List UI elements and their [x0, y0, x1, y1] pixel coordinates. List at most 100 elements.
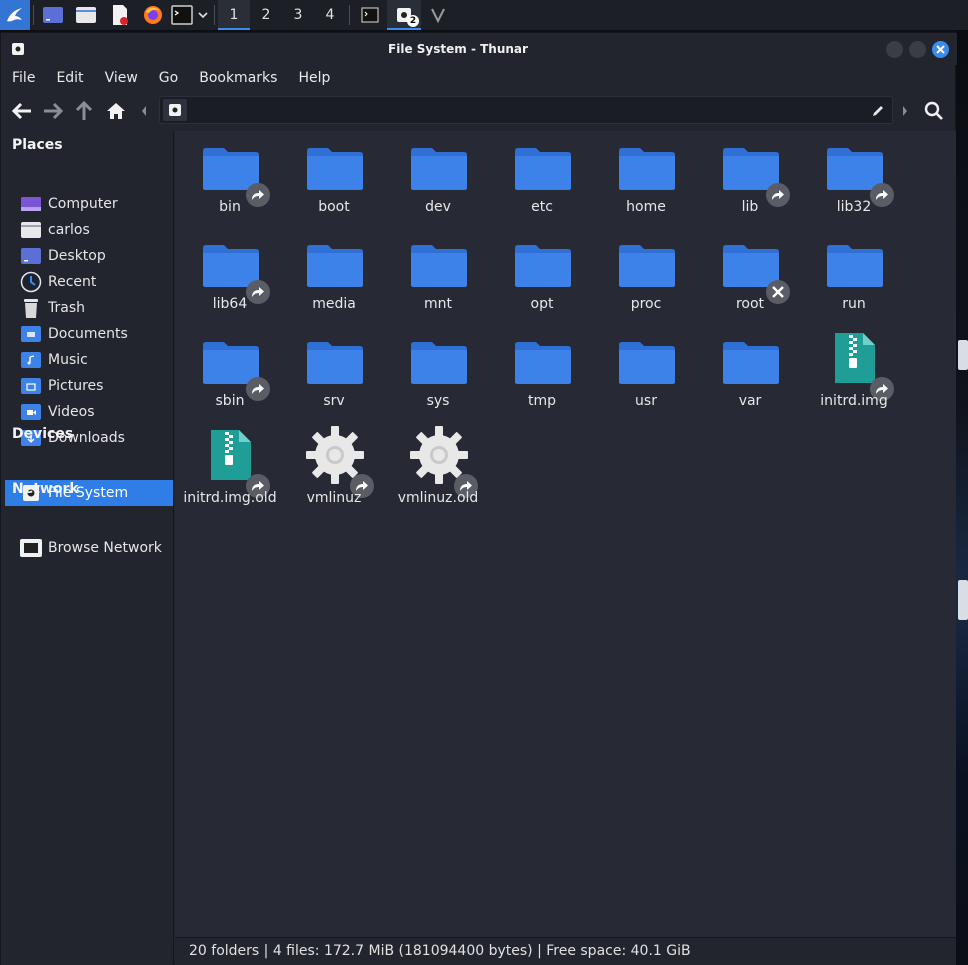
sidebar-item-carlos[interactable]: carlos	[5, 217, 173, 243]
folder-icon	[618, 240, 676, 292]
maximize-button[interactable]	[909, 41, 926, 58]
path-scroll-left-button[interactable]	[133, 98, 155, 124]
sidebar-item-trash[interactable]: Trash	[5, 295, 173, 321]
file-name-label: opt	[530, 296, 554, 312]
folder-item[interactable]: lib	[698, 135, 802, 229]
menu-help[interactable]: Help	[287, 65, 340, 91]
folder-item[interactable]: home	[594, 135, 698, 229]
file-name-label: run	[842, 296, 866, 312]
back-button[interactable]	[9, 98, 35, 124]
workspace-3-button[interactable]: 3	[282, 0, 314, 30]
minimize-button[interactable]	[886, 41, 903, 58]
workspace-1-button[interactable]: 1	[218, 0, 250, 30]
folder-icon	[306, 240, 364, 292]
menu-bookmarks[interactable]: Bookmarks	[188, 65, 287, 91]
taskbar-vim-window[interactable]	[421, 0, 455, 30]
folder-icon	[306, 143, 364, 195]
home-button[interactable]	[103, 98, 129, 124]
arrow-left-icon	[11, 102, 31, 120]
executable-gear-icon	[306, 426, 374, 498]
sidebar-item-music[interactable]: Music	[5, 347, 173, 373]
file-name-label: bin	[219, 199, 241, 215]
file-icon-view[interactable]: bin boot dev etc home lib lib32 lib64 media mnt op…	[175, 131, 956, 937]
file-item[interactable]: vmlinuz	[282, 426, 386, 520]
menu-edit[interactable]: Edit	[45, 65, 93, 91]
edit-location-button[interactable]	[868, 101, 888, 121]
folder-icon	[202, 337, 270, 401]
file-manager-launcher[interactable]	[69, 0, 103, 30]
sidebar-item-desktop[interactable]: Desktop	[5, 243, 173, 269]
folder-item[interactable]: dev	[386, 135, 490, 229]
sidebar-item-browse-network[interactable]: Browse Network	[5, 535, 173, 561]
folder-icon	[76, 7, 96, 23]
kali-menu-button[interactable]	[0, 0, 30, 30]
sidebar-item-computer[interactable]: Computer	[5, 191, 173, 217]
taskbar-thunar-window[interactable]: 2	[387, 0, 421, 30]
menu-file[interactable]: File	[1, 65, 45, 91]
workspace-2-button[interactable]: 2	[250, 0, 282, 30]
folder-item[interactable]: media	[282, 232, 386, 326]
sidebar-item-documents[interactable]: Documents	[5, 321, 173, 347]
folder-item[interactable]: sys	[386, 329, 490, 423]
workspace-label: 1	[229, 7, 239, 23]
menu-go[interactable]: Go	[148, 65, 188, 91]
workspace-label: 4	[325, 7, 335, 23]
folder-item[interactable]: opt	[490, 232, 594, 326]
folder-item[interactable]: mnt	[386, 232, 490, 326]
close-button[interactable]	[932, 41, 949, 58]
sidebar-item-recent[interactable]: Recent	[5, 269, 173, 295]
sidebar-item-videos[interactable]: Videos	[5, 399, 173, 425]
location-toolbar	[1, 93, 957, 129]
terminal-launcher[interactable]	[169, 0, 195, 30]
workspace-label: 2	[261, 7, 271, 23]
vim-icon	[431, 8, 445, 24]
firefox-launcher[interactable]	[137, 0, 169, 30]
folder-item[interactable]: proc	[594, 232, 698, 326]
file-item[interactable]: vmlinuz.old	[386, 426, 490, 520]
file-name-label: usr	[635, 393, 657, 409]
folder-item[interactable]: lib32	[802, 135, 906, 229]
window-titlebar[interactable]: File System - Thunar	[1, 33, 957, 65]
folder-item[interactable]: tmp	[490, 329, 594, 423]
close-icon	[936, 45, 945, 54]
computer-icon	[19, 192, 43, 216]
chevron-down-icon	[198, 12, 208, 19]
folder-item[interactable]: boot	[282, 135, 386, 229]
launcher-dropdown-button[interactable]	[195, 0, 211, 30]
sidebar-item-label: Computer	[48, 196, 118, 212]
file-item[interactable]: initrd.img.old	[178, 426, 282, 520]
file-name-label: mnt	[424, 296, 452, 312]
file-item[interactable]: initrd.img	[802, 329, 906, 423]
folder-item[interactable]: run	[802, 232, 906, 326]
sidebar-item-pictures[interactable]: Pictures	[5, 373, 173, 399]
folder-item[interactable]: bin	[178, 135, 282, 229]
folder-item[interactable]: sbin	[178, 329, 282, 423]
status-text: 20 folders | 4 files: 172.7 MiB (1810944…	[189, 943, 691, 959]
folder-icon	[722, 337, 780, 389]
folder-item[interactable]: var	[698, 329, 802, 423]
menu-view[interactable]: View	[94, 65, 148, 91]
path-scroll-right-button[interactable]	[895, 98, 915, 124]
search-button[interactable]	[921, 98, 947, 124]
path-root-button[interactable]	[163, 99, 187, 121]
folder-item[interactable]: lib64	[178, 232, 282, 326]
workspace-4-button[interactable]: 4	[314, 0, 346, 30]
folder-item[interactable]: etc	[490, 135, 594, 229]
taskbar-terminal-window[interactable]	[353, 0, 387, 30]
folder-item[interactable]: root	[698, 232, 802, 326]
file-name-label: lib	[741, 199, 759, 215]
location-path-bar[interactable]	[159, 96, 893, 124]
show-desktop-button[interactable]	[37, 0, 69, 30]
text-editor-launcher[interactable]	[103, 0, 137, 30]
terminal-icon	[171, 5, 193, 25]
folder-item[interactable]: srv	[282, 329, 386, 423]
folder-item[interactable]: usr	[594, 329, 698, 423]
file-name-label: root	[735, 296, 765, 312]
parent-folder-button[interactable]	[71, 98, 97, 124]
desktop-icon	[43, 7, 63, 23]
sidebar-item-label: Videos	[48, 404, 95, 420]
places-heading: Places	[12, 137, 63, 153]
desktop-screen: 1 2 3 4 2 File System - Thunar File Edit…	[0, 0, 968, 965]
file-name-label: boot	[318, 199, 350, 215]
forward-button[interactable]	[40, 98, 66, 124]
